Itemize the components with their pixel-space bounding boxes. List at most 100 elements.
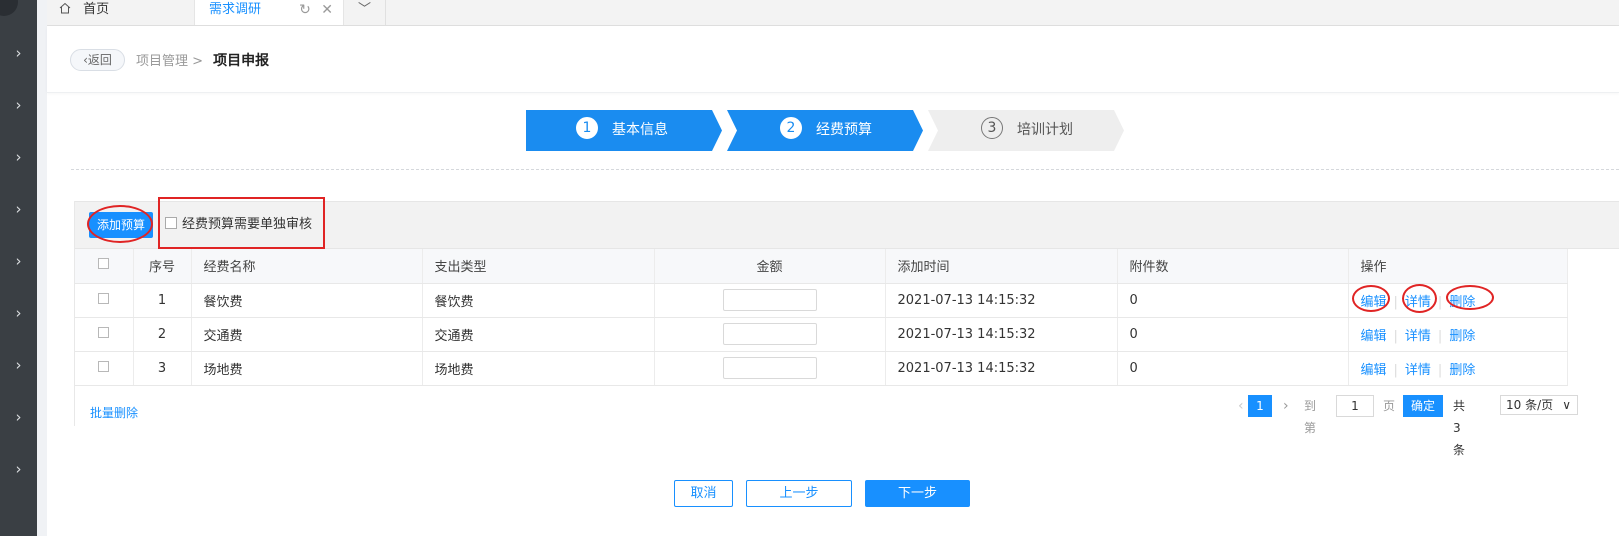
expense-name: 餐饮费 (191, 283, 423, 318)
chevron-right-icon[interactable]: › (0, 409, 37, 425)
delete-link[interactable]: 删除 (1449, 329, 1475, 344)
page-size-select[interactable]: 10 条/页 ∨ (1500, 395, 1578, 415)
tab-active-label: 需求调研 (209, 2, 262, 17)
section-divider (71, 169, 1619, 170)
back-button[interactable]: ‹返回 (70, 49, 125, 71)
chevron-right-icon[interactable]: › (0, 357, 37, 373)
amount-input[interactable] (722, 357, 817, 379)
tab-bar: 首页 需求调研 ↻ ✕ ﹀ (47, 0, 1619, 26)
divider: | (1393, 294, 1398, 310)
edit-link[interactable]: 编辑 (1361, 363, 1387, 378)
row-checkbox-cell[interactable] (75, 351, 134, 386)
refresh-icon[interactable]: ↻ (299, 2, 311, 18)
sidebar-logo (0, 0, 18, 16)
previous-step-button[interactable]: 上一步 (746, 480, 852, 507)
page-title: 项目申报 (213, 53, 270, 69)
edit-link[interactable]: 编辑 (1361, 329, 1387, 344)
chevron-down-icon: ∨ (1562, 398, 1571, 412)
attachment-count: 0 (1117, 351, 1349, 386)
chevron-right-icon[interactable]: › (0, 45, 37, 61)
chevron-right-icon[interactable]: › (0, 201, 37, 217)
table-row: 3 场地费 场地费 2021-07-13 14:15:32 0 编辑 | 详情 | 删除 (75, 351, 1568, 386)
step-budget: 2 经费预算 (727, 110, 923, 151)
cancel-button[interactable]: 取消 (674, 480, 733, 507)
chevron-right-icon[interactable]: › (0, 253, 37, 269)
next-page-icon[interactable]: › (1283, 395, 1289, 417)
row-actions: 编辑 | 详情 | 删除 (1348, 317, 1568, 352)
goto-label: 到第 (1304, 399, 1317, 435)
column-header: 支出类型 (422, 249, 655, 284)
page-header: ‹返回 项目管理 > 项目申报 (47, 26, 1619, 93)
bulk-delete-link[interactable]: 批量删除 (90, 404, 138, 421)
tab-home-label: 首页 (83, 2, 110, 17)
breadcrumb: 项目管理 > 项目申报 (136, 50, 269, 70)
column-header: 金额 (654, 249, 886, 284)
row-checkbox[interactable] (98, 292, 110, 304)
chevron-right-icon[interactable]: › (0, 97, 37, 113)
column-header: 经费名称 (191, 249, 423, 284)
row-checkbox-cell[interactable] (75, 317, 134, 352)
select-all-checkbox[interactable] (98, 258, 110, 270)
goto-confirm-button[interactable]: 确定 (1403, 395, 1443, 417)
annotation-box (158, 197, 325, 249)
row-checkbox-cell[interactable] (75, 283, 134, 318)
annotation-circle (1352, 285, 1390, 312)
chevron-right-icon[interactable]: › (0, 305, 37, 321)
tab-demand-research[interactable]: 需求调研 ↻ ✕ (194, 0, 344, 25)
amount-cell (654, 317, 886, 352)
page-unit-label: 页 (1383, 399, 1396, 413)
table-row: 1 餐饮费 餐饮费 2021-07-13 14:15:32 0 编辑 | 详情 | 删除 (75, 283, 1568, 318)
attachment-count: 0 (1117, 317, 1349, 352)
page-size-value: 10 条/页 (1506, 398, 1554, 412)
breadcrumb-parent[interactable]: 项目管理 > (136, 54, 203, 69)
annotation-circle (1446, 285, 1494, 310)
page-number-current[interactable]: 1 (1248, 395, 1272, 417)
step-basic-info: 1 基本信息 (526, 110, 722, 151)
chevron-right-icon[interactable]: › (0, 461, 37, 477)
amount-input[interactable] (722, 323, 817, 345)
total-count: 共 3 条 (1453, 399, 1466, 457)
divider: | (1437, 294, 1443, 310)
added-time: 2021-07-13 14:15:32 (885, 283, 1118, 318)
tab-home[interactable]: 首页 (47, 0, 194, 25)
home-icon (59, 2, 71, 14)
step-number: 2 (780, 117, 802, 139)
row-checkbox[interactable] (98, 326, 110, 338)
close-icon[interactable]: ✕ (321, 2, 333, 18)
amount-input[interactable] (722, 289, 817, 311)
tab-more-dropdown[interactable]: ﹀ (344, 0, 386, 25)
row-index: 1 (133, 283, 192, 318)
detail-link[interactable]: 详情 (1405, 363, 1431, 378)
row-index: 2 (133, 317, 192, 352)
chevron-down-icon: ﹀ (357, 2, 371, 17)
divider: | (1393, 328, 1398, 344)
step-label: 基本信息 (612, 122, 668, 138)
expense-type: 餐饮费 (422, 283, 655, 318)
expense-name: 场地费 (191, 351, 423, 386)
column-header: 附件数 (1117, 249, 1349, 284)
back-label: 返回 (87, 53, 112, 67)
tab-tools: ↻ ✕ (299, 0, 333, 20)
attachment-count: 0 (1117, 283, 1349, 318)
amount-cell (654, 283, 886, 318)
budget-table: 序号 经费名称 支出类型 金额 添加时间 附件数 操作 1 餐饮费 餐饮费 20… (75, 249, 1568, 386)
goto-page-input[interactable]: 1 (1336, 395, 1374, 417)
delete-link[interactable]: 删除 (1449, 363, 1475, 378)
annotation-circle (87, 205, 153, 243)
chevron-right-icon[interactable]: › (0, 149, 37, 165)
annotation-circle (1402, 284, 1437, 313)
column-header: 添加时间 (885, 249, 1118, 284)
expense-type: 场地费 (422, 351, 655, 386)
step-training-plan: 3 培训计划 (928, 110, 1124, 151)
added-time: 2021-07-13 14:15:32 (885, 351, 1118, 386)
divider: | (1437, 328, 1443, 344)
table-header-row: 序号 经费名称 支出类型 金额 添加时间 附件数 操作 (75, 249, 1568, 284)
row-index: 3 (133, 351, 192, 386)
prev-page-icon[interactable]: ‹ (1238, 395, 1244, 417)
column-header: 序号 (133, 249, 192, 284)
next-step-button[interactable]: 下一步 (865, 480, 970, 507)
select-all-checkbox-cell[interactable] (75, 249, 134, 284)
detail-link[interactable]: 详情 (1405, 329, 1431, 344)
step-number: 1 (576, 117, 598, 139)
row-checkbox[interactable] (98, 360, 110, 372)
